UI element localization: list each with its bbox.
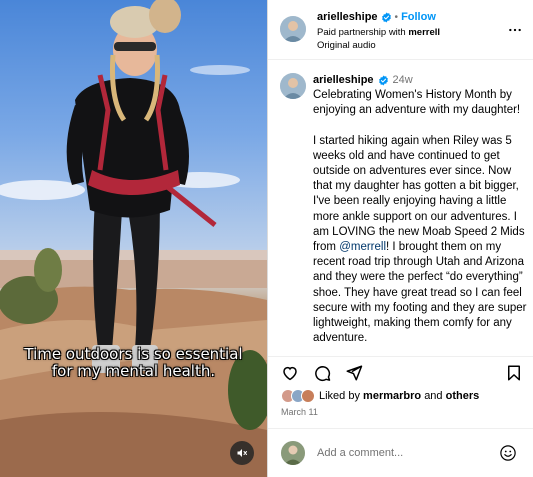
viewer-avatar [281, 441, 305, 465]
author-avatar[interactable] [280, 16, 306, 42]
verified-badge-icon [381, 11, 391, 23]
liked-by-conjunction: and [424, 390, 443, 402]
caption-text: Celebrating Women's History Month by enj… [313, 88, 528, 356]
author-username[interactable]: arielleshipe [317, 11, 378, 23]
liked-by-text: Liked by mermarbro and others [319, 390, 479, 402]
paid-partnership-label: Paid partnership with merrell [317, 27, 440, 38]
caption-header: arielleshipe 24w [313, 74, 413, 86]
mute-button[interactable] [230, 441, 254, 465]
mention-link[interactable]: @merrell [339, 241, 386, 253]
liked-by-others-link[interactable]: others [446, 390, 480, 402]
more-options-icon[interactable] [508, 23, 522, 37]
share-icon[interactable] [345, 364, 363, 382]
reel-video[interactable]: Time outdoors is so essential for my men… [0, 0, 267, 477]
partner-link[interactable]: merrell [408, 27, 440, 38]
caption-text-segment: I started hiking again when Riley was 5 … [313, 134, 525, 254]
verified-badge-icon [378, 74, 388, 86]
follow-button[interactable]: Follow [401, 11, 436, 23]
caption-paragraph: Celebrating Women's History Month by enj… [313, 89, 521, 117]
audio-link[interactable]: Original audio [317, 40, 376, 51]
video-caption-text: Time outdoors is so essential for my men… [24, 345, 243, 380]
post-header: arielleshipe • Follow Paid partnership w… [268, 0, 533, 60]
avatar-image [280, 16, 306, 42]
caption-text-segment: ! I brought them on my recent road trip … [313, 241, 527, 345]
separator-dot: • [394, 11, 399, 23]
caption-author-username[interactable]: arielleshipe [313, 74, 374, 86]
video-frame [0, 0, 267, 477]
emoji-icon[interactable] [499, 444, 517, 462]
avatar-image [281, 441, 305, 465]
caption-paragraph: I started hiking again when Riley was 5 … [313, 134, 528, 347]
like-heart-icon[interactable] [281, 364, 299, 382]
caption-author-avatar[interactable] [280, 73, 306, 99]
comment-icon[interactable] [313, 364, 331, 382]
header-title-row: arielleshipe • Follow [317, 11, 436, 23]
liked-by-row[interactable]: Liked by mermarbro and others [281, 388, 479, 404]
comment-input[interactable] [317, 444, 487, 462]
post-panel: arielleshipe • Follow Paid partnership w… [267, 0, 533, 477]
post-date[interactable]: March 11 [281, 407, 318, 417]
comment-composer [268, 428, 533, 477]
post-actions: Liked by mermarbro and others March 11 [268, 356, 533, 428]
volume-off-icon [237, 449, 247, 457]
liker-username[interactable]: mermarbro [363, 390, 421, 402]
save-bookmark-icon[interactable] [505, 364, 523, 382]
liked-by-prefix: Liked by [319, 390, 360, 402]
post-age[interactable]: 24w [393, 74, 413, 86]
avatar-image [280, 73, 306, 99]
partnership-prefix: Paid partnership with [317, 27, 406, 38]
comments-scroll-area[interactable]: arielleshipe 24w Celebrating Women's His… [268, 61, 533, 356]
liker-avatar [301, 389, 315, 403]
